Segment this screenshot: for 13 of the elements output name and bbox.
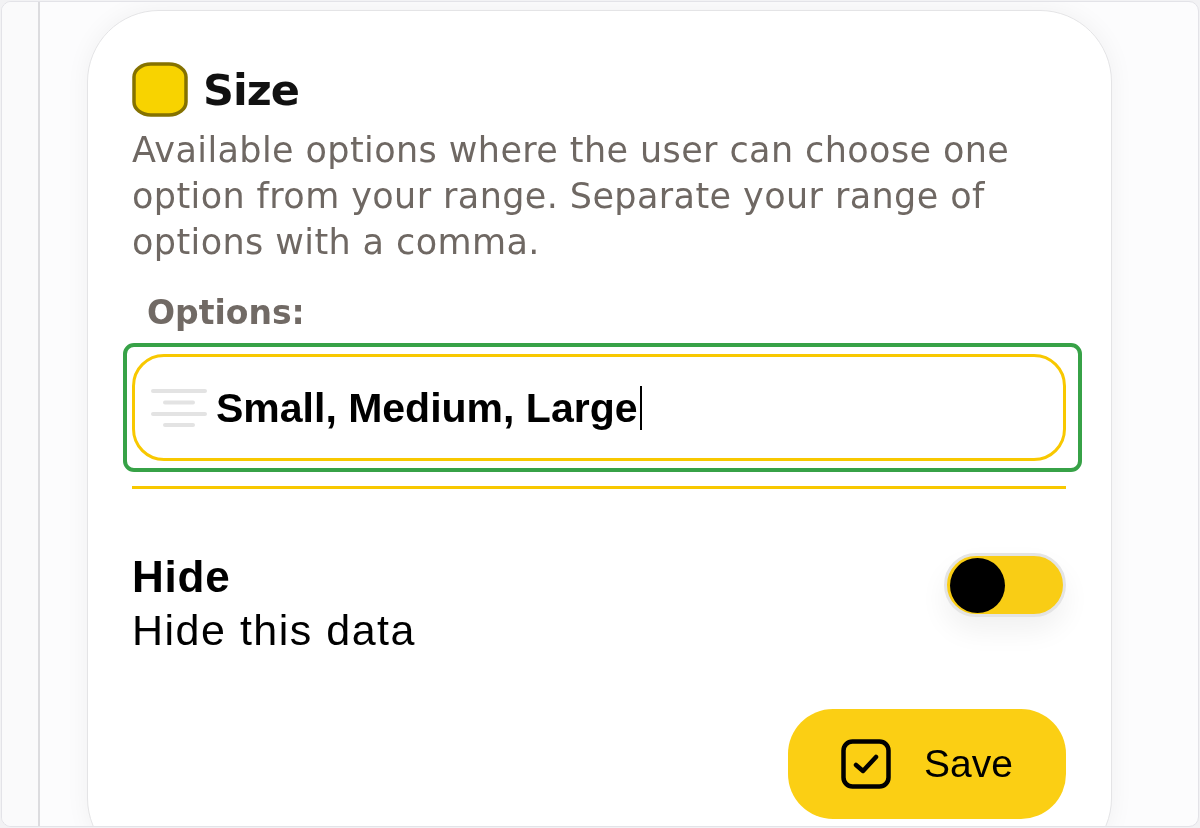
rounded-square-icon [132, 62, 188, 117]
save-button[interactable]: Save [788, 709, 1066, 819]
hide-label: Hide [132, 551, 232, 603]
text-cursor-icon [639, 385, 642, 430]
options-input-field[interactable]: Small, Medium, Large [132, 354, 1066, 461]
hide-description: Hide this data [132, 605, 416, 656]
input-value: Small, Medium, Large [216, 383, 638, 432]
checkbox-tick-icon [841, 739, 892, 789]
text-lines-icon [151, 388, 207, 427]
field-description: Available options where the user can choose one option from your range. Separate your range of options with a comma. [132, 129, 1011, 264]
options-label: Options: [147, 293, 305, 333]
field-title: Size [203, 63, 299, 116]
toggle-knob[interactable] [950, 557, 1005, 613]
